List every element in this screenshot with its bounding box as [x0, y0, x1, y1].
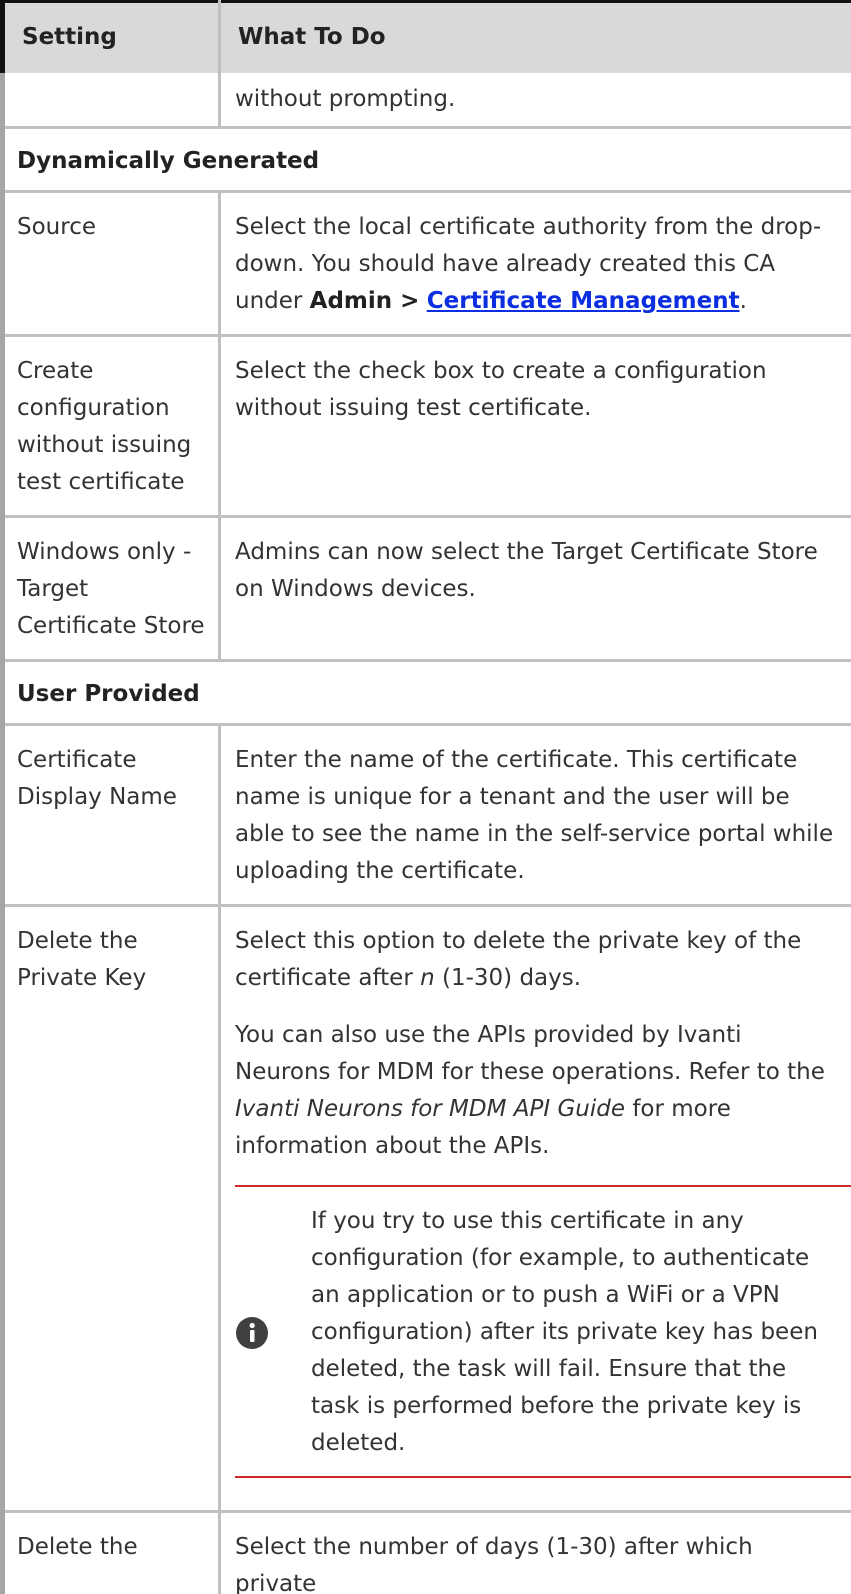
note-text: If you try to use this certificate in an… — [311, 1208, 818, 1456]
row-setting: Windows only - Target Certificate Store — [17, 539, 205, 639]
row-setting: Source — [17, 214, 96, 240]
row-desc: Select the number of days (1-30) after w… — [235, 1534, 753, 1594]
table-row: without prompting. — [0, 73, 851, 129]
table-row: Windows only - Target Certificate Store … — [0, 516, 851, 662]
table-row: Delete the Select the number of days (1-… — [0, 1511, 851, 1594]
header-what-to-do: What To Do — [219, 1, 851, 73]
table-row: Source Select the local certificate auth… — [0, 191, 851, 337]
row-desc: Select this option to delete the private… — [221, 907, 851, 1510]
table-row: Certificate Display Name Enter the name … — [0, 724, 851, 907]
section-title: Dynamically Generated — [17, 148, 320, 174]
row-setting: Delete the Private Key — [17, 928, 147, 991]
certificate-management-link[interactable]: Certificate Management — [427, 288, 740, 314]
table-row: Delete the Private Key Select this optio… — [0, 905, 851, 1513]
section-title: User Provided — [17, 681, 200, 707]
row-setting: Certificate Display Name — [17, 747, 177, 810]
table-row: Create configuration without issuing tes… — [0, 335, 851, 518]
row-setting: Create configuration without issuing tes… — [17, 358, 192, 495]
row-setting: Delete the — [17, 1534, 138, 1560]
table-header-row: Setting What To Do — [0, 1, 851, 73]
row-desc: Select the local certificate authority f… — [235, 214, 822, 314]
paragraph: Select this option to delete the private… — [235, 928, 802, 991]
row-desc: Admins can now select the Target Certifi… — [235, 539, 818, 602]
info-note: If you try to use this certificate in an… — [235, 1185, 851, 1478]
section-row-user: User Provided — [0, 660, 851, 726]
document-page: Setting What To Do without prompting. Dy… — [0, 0, 851, 1594]
row-desc: without prompting. — [235, 86, 456, 112]
paragraph: You can also use the APIs provided by Iv… — [235, 1022, 825, 1159]
info-icon — [235, 1316, 311, 1350]
header-setting: Setting — [0, 1, 221, 73]
settings-table: Setting What To Do without prompting. Dy… — [0, 0, 851, 1594]
row-desc: Enter the name of the certificate. This … — [235, 747, 834, 884]
row-desc: Select the check box to create a configu… — [235, 358, 767, 421]
section-row-dynamic: Dynamically Generated — [0, 127, 851, 193]
